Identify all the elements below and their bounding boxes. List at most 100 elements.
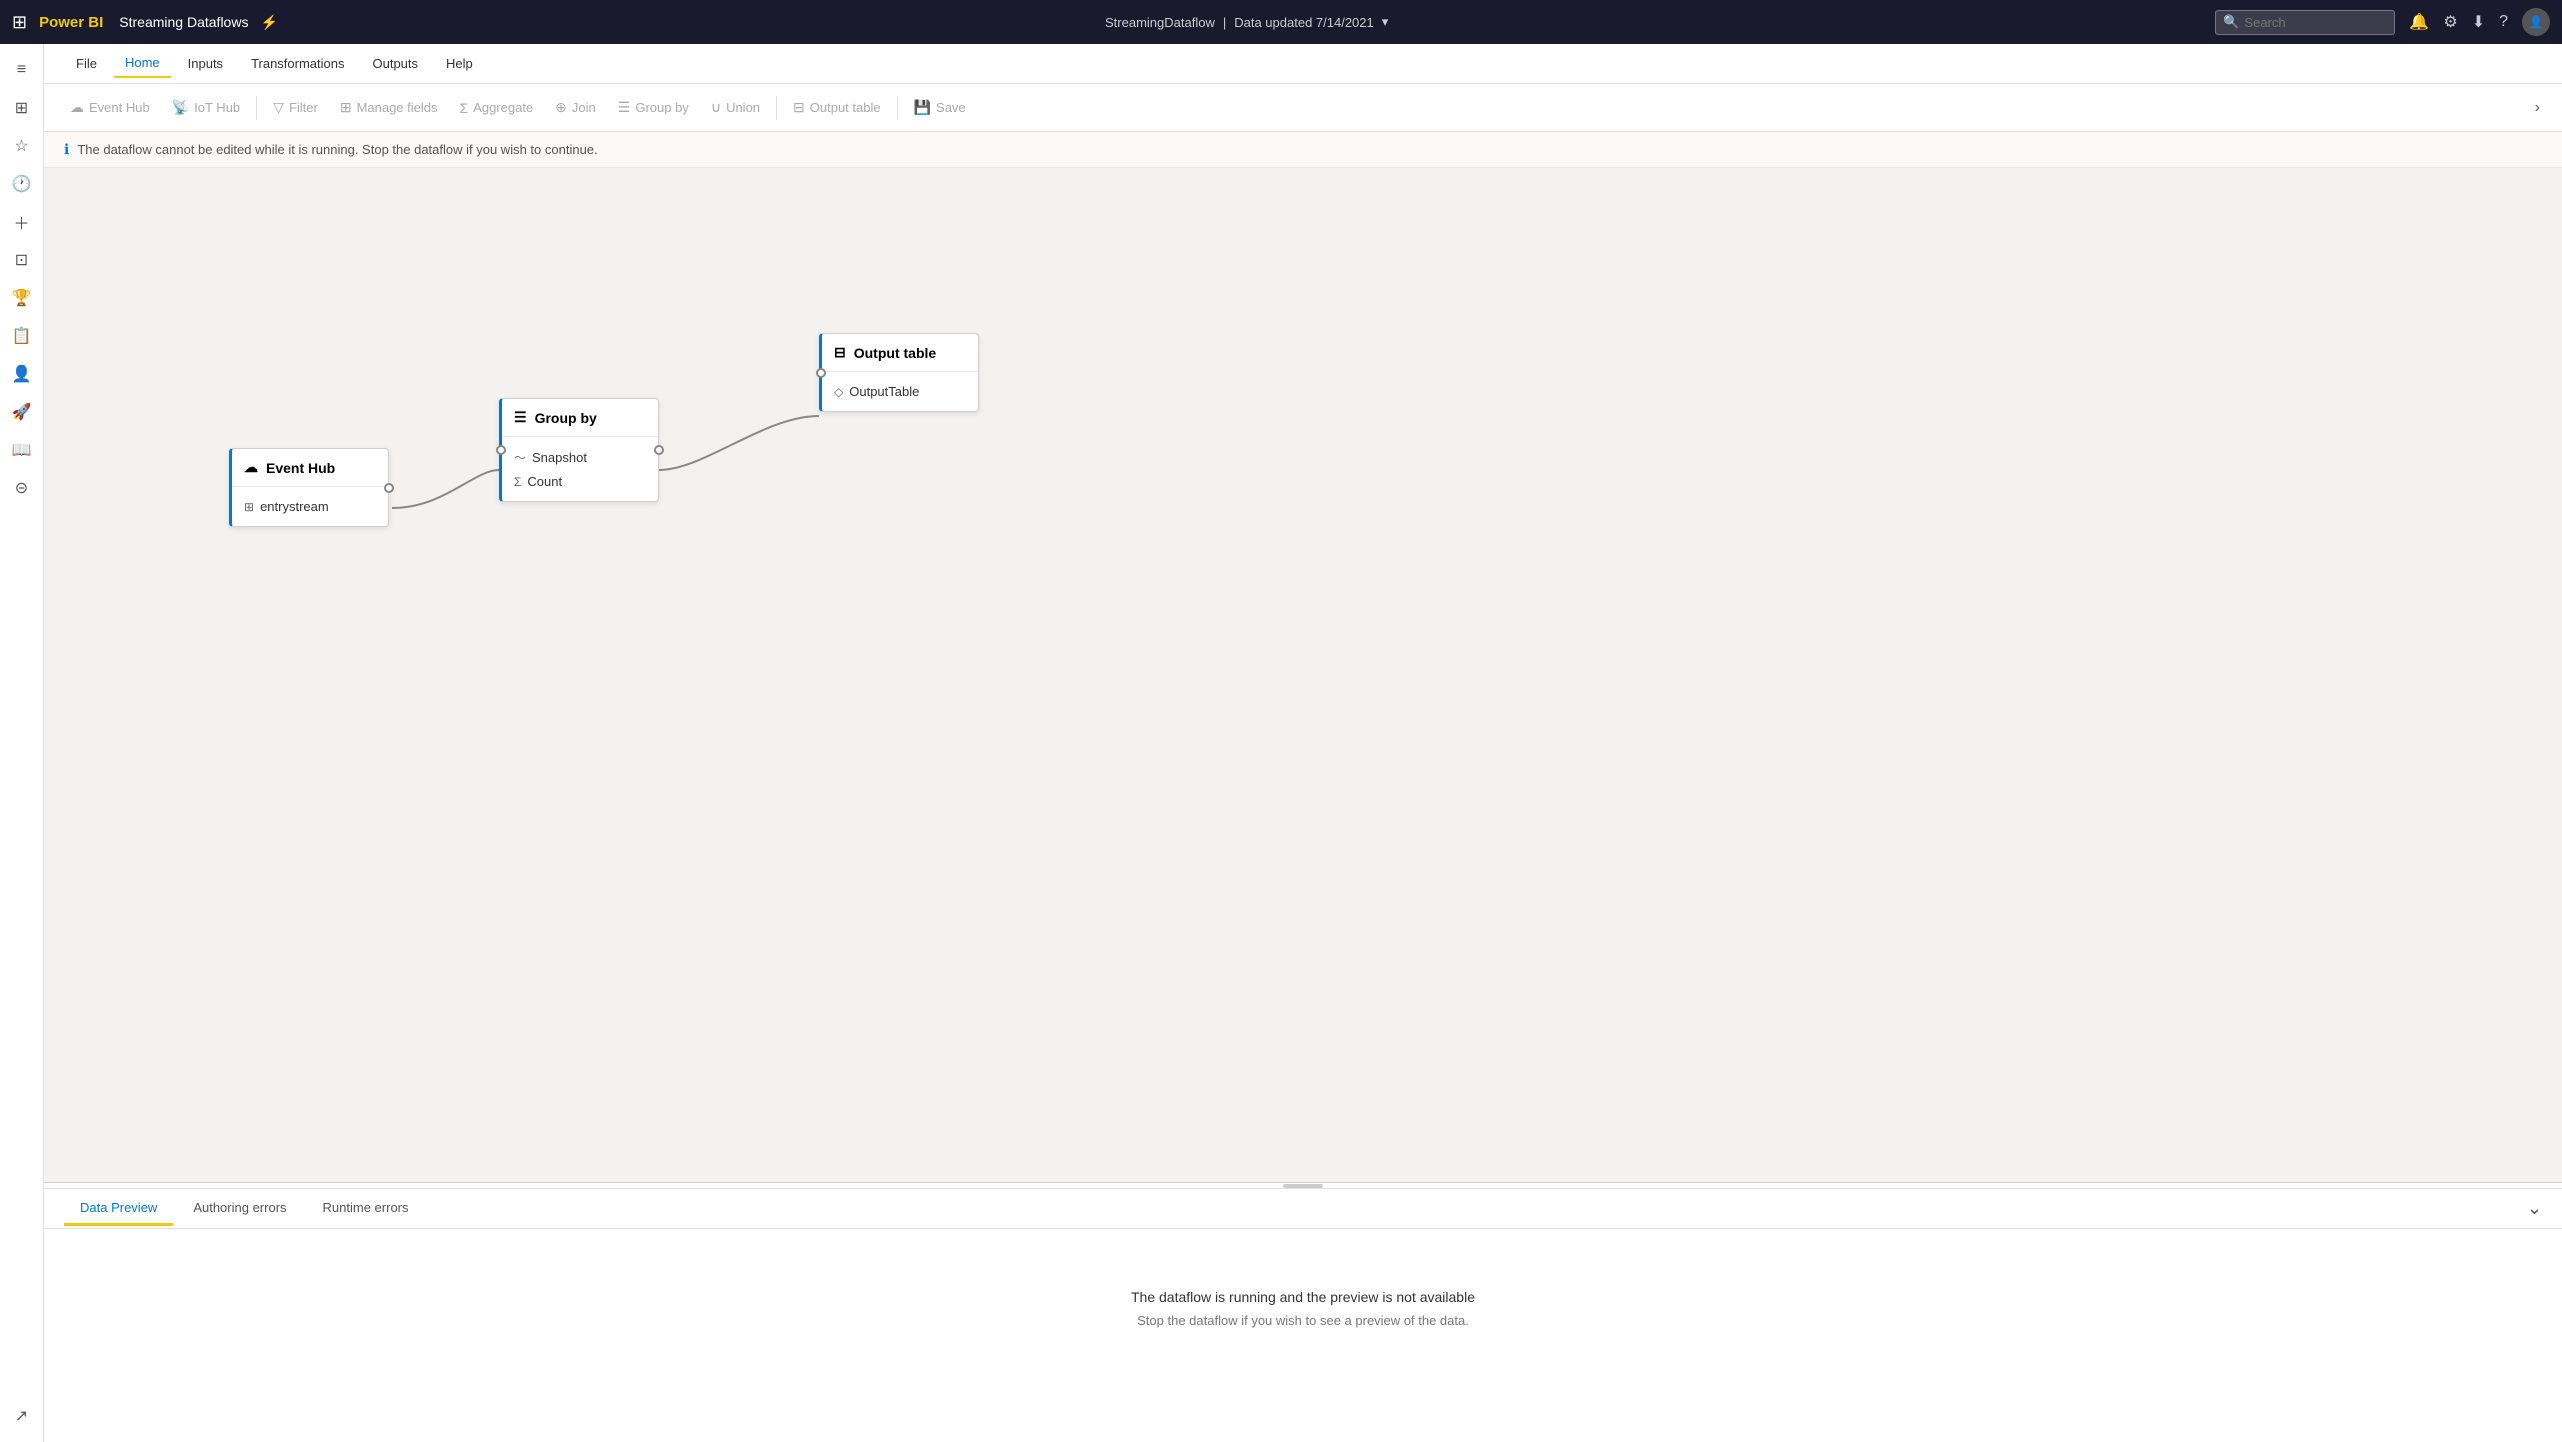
output-table-header: ⊟ Output table <box>822 334 978 372</box>
group-by-output-dot[interactable] <box>654 445 664 455</box>
chevron-down-icon[interactable]: ▾ <box>1382 14 1389 30</box>
expand-panel-icon[interactable]: ⌄ <box>2527 1198 2542 1219</box>
group-by-header: ☰ Group by <box>502 399 658 437</box>
sidebar-item-browse[interactable]: ⊝ <box>4 470 40 506</box>
event-hub-node-icon: ☁ <box>244 459 258 476</box>
tab-data-preview[interactable]: Data Preview <box>64 1192 173 1226</box>
sidebar-item-favorites[interactable]: ☆ <box>4 128 40 164</box>
node-field-entrystream: ⊞ entrystream <box>244 495 376 518</box>
manage-fields-icon: ⊞ <box>340 99 352 116</box>
avatar[interactable]: 👤 <box>2522 8 2550 36</box>
menu-file[interactable]: File <box>64 50 109 77</box>
sidebar-item-learn[interactable]: 📖 <box>4 432 40 468</box>
toolbar-output-table[interactable]: ⊟ Output table <box>783 93 891 122</box>
group-by-label: Group by <box>635 100 688 115</box>
preview-empty-title: The dataflow is running and the preview … <box>1131 1289 1475 1305</box>
outputtable-label: OutputTable <box>849 384 919 399</box>
union-icon: ∪ <box>711 99 721 116</box>
output-table-node-icon: ⊟ <box>834 344 846 361</box>
sidebar-item-deployment[interactable]: 🚀 <box>4 394 40 430</box>
node-output-table[interactable]: ⊟ Output table ◇ OutputTable <box>819 333 979 412</box>
toolbar-group-by[interactable]: ☰ Group by <box>608 93 699 122</box>
center-title: StreamingDataflow <box>1105 15 1215 30</box>
sidebar-item-metrics[interactable]: 🏆 <box>4 280 40 316</box>
sidebar-item-profile[interactable]: 👤 <box>4 356 40 392</box>
iot-hub-label: IoT Hub <box>194 100 240 115</box>
powerbi-logo: Power BI <box>39 14 103 31</box>
lightning-icon: ⚡ <box>260 14 277 31</box>
notifications-icon[interactable]: 🔔 <box>2409 12 2429 32</box>
group-by-icon: ☰ <box>618 99 631 116</box>
sidebar: ≡ ⊞ ☆ 🕐 ＋ ⊡ 🏆 📋 👤 🚀 📖 ⊝ ↗ <box>0 44 44 1442</box>
apps-grid-icon[interactable]: ⊞ <box>12 12 27 33</box>
toolbar-union[interactable]: ∪ Union <box>701 93 770 122</box>
output-table-node-title: Output table <box>854 345 936 361</box>
aggregate-icon: Σ <box>460 100 469 116</box>
union-label: Union <box>726 100 760 115</box>
toolbar-filter[interactable]: ▽ Filter <box>263 93 328 122</box>
node-field-snapshot: 〜 Snapshot <box>514 445 646 470</box>
group-by-input-dot[interactable] <box>496 445 506 455</box>
sidebar-item-create[interactable]: ＋ <box>4 204 40 240</box>
table-icon: ⊞ <box>244 500 254 514</box>
output-table-label: Output table <box>810 100 881 115</box>
infobar: ℹ The dataflow cannot be edited while it… <box>44 132 2562 168</box>
wave-icon: 〜 <box>514 449 526 466</box>
sidebar-item-workspaces[interactable]: 📋 <box>4 318 40 354</box>
download-icon[interactable]: ⬇ <box>2472 12 2485 32</box>
toolbar-aggregate[interactable]: Σ Aggregate <box>450 94 544 122</box>
toolbar-save[interactable]: 💾 Save <box>904 93 976 122</box>
sidebar-hamburger[interactable]: ≡ <box>4 52 40 88</box>
event-hub-body: ⊞ entrystream <box>232 487 388 526</box>
menu-transformations[interactable]: Transformations <box>239 50 356 77</box>
node-event-hub[interactable]: ☁ Event Hub ⊞ entrystream <box>229 448 389 527</box>
manage-fields-label: Manage fields <box>357 100 438 115</box>
output-table-input-dot[interactable] <box>816 368 826 378</box>
connections-svg <box>44 168 2562 1182</box>
canvas[interactable]: ☁ Event Hub ⊞ entrystream <box>44 168 2562 1182</box>
infobar-message: The dataflow cannot be edited while it i… <box>77 142 597 157</box>
sidebar-item-home[interactable]: ⊞ <box>4 90 40 126</box>
sidebar-item-recent[interactable]: 🕐 <box>4 166 40 202</box>
toolbar-join[interactable]: ⊕ Join <box>545 93 606 122</box>
group-by-body: 〜 Snapshot Σ Count <box>502 437 658 501</box>
collapse-icon[interactable]: › <box>2529 93 2546 123</box>
tab-authoring-errors[interactable]: Authoring errors <box>177 1192 302 1226</box>
toolbar-divider-2 <box>776 96 777 120</box>
drag-handle <box>1283 1184 1323 1188</box>
toolbar-divider-3 <box>897 96 898 120</box>
search-input[interactable] <box>2215 10 2395 35</box>
data-updated-text: Data updated 7/14/2021 <box>1234 15 1374 30</box>
dataflow-title: Streaming Dataflows <box>119 14 248 30</box>
separator: | <box>1223 15 1226 30</box>
toolbar-event-hub[interactable]: ☁ Event Hub <box>60 93 160 122</box>
topbar-center: StreamingDataflow | Data updated 7/14/20… <box>290 14 2204 30</box>
aggregate-label: Aggregate <box>473 100 533 115</box>
sidebar-item-expand[interactable]: ↗ <box>4 1398 40 1434</box>
bottom-panel: Data Preview Authoring errors Runtime er… <box>44 1182 2562 1442</box>
join-icon: ⊕ <box>555 99 567 116</box>
node-field-outputtable: ◇ OutputTable <box>834 380 966 403</box>
settings-icon[interactable]: ⚙ <box>2443 12 2457 32</box>
menu-home[interactable]: Home <box>113 49 172 78</box>
sigma-icon: Σ <box>514 475 521 489</box>
iot-hub-icon: 📡 <box>172 99 189 116</box>
toolbar-manage-fields[interactable]: ⊞ Manage fields <box>330 93 448 122</box>
save-label: Save <box>936 100 966 115</box>
filter-icon: ▽ <box>273 99 284 116</box>
event-hub-output-dot[interactable] <box>384 483 394 493</box>
help-icon[interactable]: ? <box>2499 13 2508 31</box>
menu-help[interactable]: Help <box>434 50 485 77</box>
filter-label: Filter <box>289 100 318 115</box>
save-icon: 💾 <box>914 99 931 116</box>
bottom-tabs: Data Preview Authoring errors Runtime er… <box>44 1189 2562 1229</box>
tab-runtime-errors[interactable]: Runtime errors <box>307 1192 425 1226</box>
event-hub-icon: ☁ <box>70 99 84 116</box>
menu-inputs[interactable]: Inputs <box>176 50 235 77</box>
menu-outputs[interactable]: Outputs <box>361 50 431 77</box>
count-label: Count <box>527 474 562 489</box>
sidebar-item-apps[interactable]: ⊡ <box>4 242 40 278</box>
toolbar-iot-hub[interactable]: 📡 IoT Hub <box>162 93 250 122</box>
group-by-node-title: Group by <box>535 410 597 426</box>
node-group-by[interactable]: ☰ Group by 〜 Snapshot Σ Count <box>499 398 659 502</box>
